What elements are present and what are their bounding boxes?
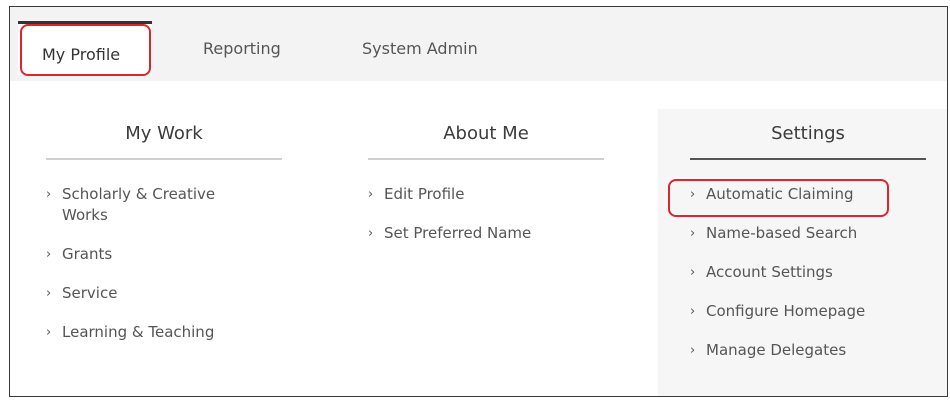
menu-item-label: Service	[62, 284, 118, 302]
about-me-heading: About Me	[443, 123, 529, 144]
chevron-right-icon: ›	[690, 343, 696, 358]
menu-item-manage-delegates[interactable]: › Manage Delegates	[690, 340, 926, 361]
about-me-divider	[368, 158, 604, 160]
menu-item-label: Automatic Claiming	[706, 185, 854, 203]
menu-item-label: Edit Profile	[384, 185, 465, 203]
menu-item-service[interactable]: › Service	[46, 283, 282, 304]
chevron-right-icon: ›	[46, 187, 52, 202]
tab-my-profile-label: My Profile	[42, 45, 121, 64]
menu-item-label: Scholarly & Creative Works	[62, 185, 216, 224]
chevron-right-icon: ›	[690, 187, 696, 202]
menu-item-configure-homepage[interactable]: › Configure Homepage	[690, 301, 926, 322]
tab-system-admin[interactable]: System Admin	[362, 39, 478, 58]
my-work-heading: My Work	[125, 123, 203, 144]
settings-column: Settings › Automatic Claiming › Name-bas…	[690, 111, 926, 379]
menu-item-label: Grants	[62, 245, 113, 263]
chevron-right-icon: ›	[690, 226, 696, 241]
menu-item-learning-teaching[interactable]: › Learning & Teaching	[46, 322, 282, 343]
chevron-right-icon: ›	[690, 304, 696, 319]
menu-item-automatic-claiming[interactable]: › Automatic Claiming	[690, 184, 926, 205]
tab-reporting[interactable]: Reporting	[203, 39, 281, 58]
my-work-column: My Work › Scholarly & Creative Works › G…	[46, 111, 282, 361]
menu-item-grants[interactable]: › Grants	[46, 244, 282, 265]
menu-item-label: Name-based Search	[706, 224, 858, 242]
menu-item-set-preferred-name[interactable]: › Set Preferred Name	[368, 223, 604, 244]
menu-item-edit-profile[interactable]: › Edit Profile	[368, 184, 604, 205]
chevron-right-icon: ›	[46, 286, 52, 301]
menu-item-name-based-search[interactable]: › Name-based Search	[690, 223, 926, 244]
settings-list: › Automatic Claiming › Name-based Search…	[690, 184, 926, 361]
menu-item-label: Set Preferred Name	[384, 224, 532, 242]
chevron-right-icon: ›	[46, 247, 52, 262]
chevron-right-icon: ›	[690, 265, 696, 280]
menu-item-account-settings[interactable]: › Account Settings	[690, 262, 926, 283]
about-me-list: › Edit Profile › Set Preferred Name	[368, 184, 604, 244]
chevron-right-icon: ›	[368, 187, 374, 202]
profile-menu-panel: My Profile Reporting System Admin My Wor…	[9, 6, 948, 397]
menu-item-label: Learning & Teaching	[62, 323, 215, 341]
menu-item-label: Configure Homepage	[706, 302, 866, 320]
settings-divider	[690, 158, 926, 160]
menu-item-label: Manage Delegates	[706, 341, 847, 359]
menu-item-label: Account Settings	[706, 263, 833, 281]
tab-my-profile[interactable]: My Profile	[18, 21, 152, 75]
chevron-right-icon: ›	[46, 325, 52, 340]
top-navigation-bar: My Profile Reporting System Admin	[10, 7, 947, 81]
my-work-divider	[46, 158, 282, 160]
chevron-right-icon: ›	[368, 226, 374, 241]
about-me-column: About Me › Edit Profile › Set Preferred …	[368, 111, 604, 262]
menu-item-scholarly-creative-works[interactable]: › Scholarly & Creative Works	[46, 184, 262, 226]
my-work-list: › Scholarly & Creative Works › Grants › …	[46, 184, 282, 343]
settings-heading: Settings	[771, 123, 845, 144]
